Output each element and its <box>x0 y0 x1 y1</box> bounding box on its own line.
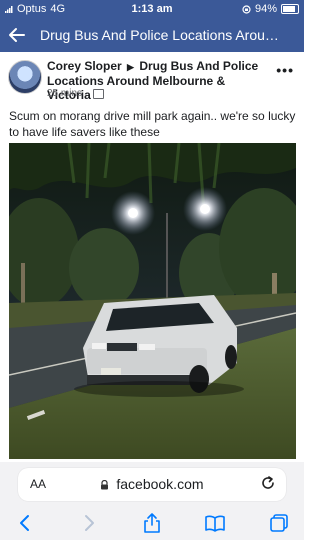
battery-percent: 94% <box>254 3 277 15</box>
navigation-bar: Drug Bus And Police Locations Arou… <box>0 18 304 52</box>
status-right: 94% <box>242 3 299 15</box>
author-name[interactable]: Corey Sloper <box>47 59 122 73</box>
post-meta: 25 mins · <box>47 88 105 99</box>
address-bar[interactable]: AA facebook.com <box>18 468 286 501</box>
share-icon[interactable] <box>141 512 163 534</box>
post-time[interactable]: 25 mins <box>47 88 82 99</box>
rotation-lock-icon <box>242 4 251 14</box>
post-text: Scum on morang drive mill park again.. w… <box>9 109 296 139</box>
browser-toolbar <box>0 506 304 540</box>
back-chevron-icon[interactable] <box>14 512 36 534</box>
status-bar: Optus 4G 1:13 am 94% <box>0 0 304 18</box>
group-privacy-icon <box>93 88 105 99</box>
night-street-photo <box>9 143 296 459</box>
back-arrow-icon[interactable] <box>8 26 26 44</box>
caret-right-icon: ▶ <box>127 62 134 72</box>
browser-address-area: AA facebook.com <box>0 462 304 506</box>
lock-icon <box>101 479 109 490</box>
more-options-icon[interactable]: ••• <box>276 62 294 78</box>
tabs-icon[interactable] <box>268 512 290 534</box>
reload-icon[interactable] <box>260 475 276 491</box>
domain-text: facebook.com <box>116 476 204 492</box>
battery-icon <box>281 4 299 14</box>
post-photo[interactable] <box>9 143 296 459</box>
post-header: Corey Sloper ▶ Drug Bus And Police Locat… <box>0 58 304 102</box>
avatar[interactable] <box>8 60 42 94</box>
url-display[interactable]: facebook.com <box>18 476 286 492</box>
page-title: Drug Bus And Police Locations Arou… <box>40 27 279 43</box>
bookmarks-icon[interactable] <box>204 512 226 534</box>
forward-chevron-icon[interactable] <box>78 512 100 534</box>
